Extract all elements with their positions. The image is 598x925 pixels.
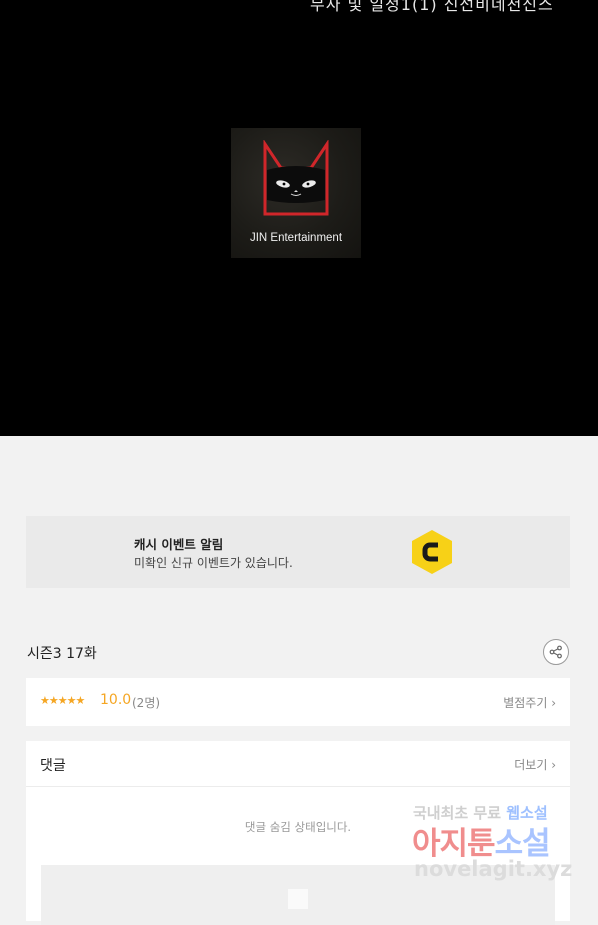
watermark-url: novelagit.xyz xyxy=(414,857,573,881)
rating-count: (2명) xyxy=(132,696,161,710)
cash-event-title: 캐시 이벤트 알림 xyxy=(134,537,224,552)
comment-title: 댓글 xyxy=(40,758,66,774)
comment-header: 댓글 더보기 › xyxy=(26,741,570,787)
rating-score: 10.0 xyxy=(100,692,132,708)
cat-face-icon xyxy=(263,140,329,216)
c-hexagon-icon xyxy=(412,530,452,574)
comic-viewer: 무사 및 일정1(1) 신선비네천신스 JIN Entertainment xyxy=(0,0,598,436)
placeholder-image xyxy=(288,889,308,909)
logo-text: JIN Entertainment xyxy=(249,232,343,244)
rating-bar: ★★★★★ 10.0 (2명) 별점주기 › xyxy=(26,678,570,726)
top-caption: 무사 및 일정1(1) 신선비네천신스 xyxy=(310,0,554,14)
share-icon xyxy=(549,645,562,659)
rating-stars: ★★★★★ xyxy=(40,694,85,707)
share-button[interactable] xyxy=(543,639,569,665)
publisher-logo: JIN Entertainment xyxy=(231,128,361,258)
rate-button[interactable]: 별점주기 › xyxy=(503,694,556,711)
cash-event-banner[interactable]: 캐시 이벤트 알림 미확인 신규 이벤트가 있습니다. xyxy=(26,516,570,588)
watermark: 국내최초 무료 웹소설 아지툰소설 novelagit.xyz xyxy=(410,800,598,906)
cash-event-subtitle: 미확인 신규 이벤트가 있습니다. xyxy=(134,556,293,570)
more-comments-button[interactable]: 더보기 › xyxy=(514,756,556,773)
episode-title: 시즌3 17화 xyxy=(27,646,97,662)
